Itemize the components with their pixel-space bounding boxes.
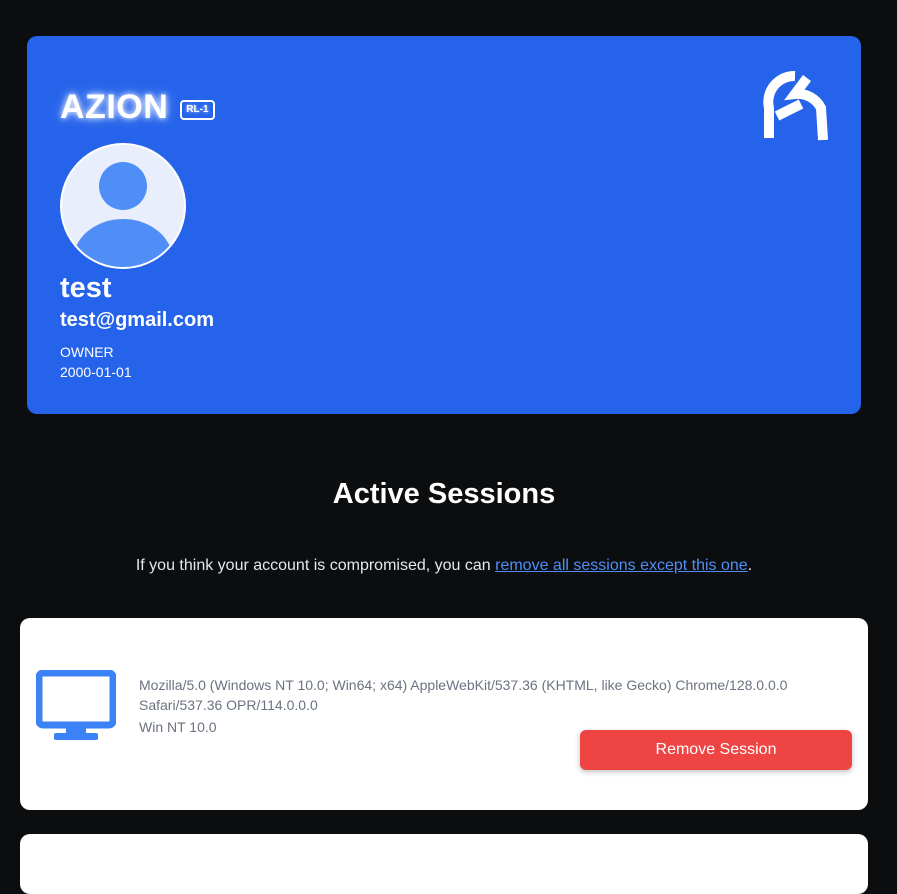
desktop-monitor-icon [36, 670, 116, 740]
user-name: test [60, 272, 112, 304]
user-role: OWNER [60, 344, 114, 360]
user-avatar-icon [62, 145, 184, 267]
user-email: test@gmail.com [60, 309, 214, 331]
brand-row: AZION RL-1 [60, 88, 215, 127]
azion-a-logo-icon [763, 71, 828, 141]
session-os: Win NT 10.0 [139, 719, 217, 735]
brand-badge: RL-1 [180, 99, 215, 120]
avatar [60, 143, 186, 269]
user-date: 2000-01-01 [60, 364, 132, 380]
session-card: Mozilla/5.0 (Windows NT 10.0; Win64; x64… [20, 618, 868, 810]
brand-logo: AZION [60, 88, 169, 126]
session-card [20, 834, 868, 894]
hint-text-after: . [747, 557, 753, 574]
remove-all-sessions-link[interactable]: remove all sessions except this one [495, 557, 748, 574]
profile-card: AZION RL-1 test test@gmail.com OWNER 200… [27, 36, 861, 414]
session-user-agent: Mozilla/5.0 (Windows NT 10.0; Win64; x64… [139, 677, 788, 713]
active-sessions-title: Active Sessions [332, 478, 556, 510]
compromise-hint: If you think your account is compromised… [0, 557, 888, 575]
remove-session-button[interactable]: Remove Session [580, 730, 852, 770]
hint-text-before: If you think your account is compromised… [135, 557, 496, 574]
